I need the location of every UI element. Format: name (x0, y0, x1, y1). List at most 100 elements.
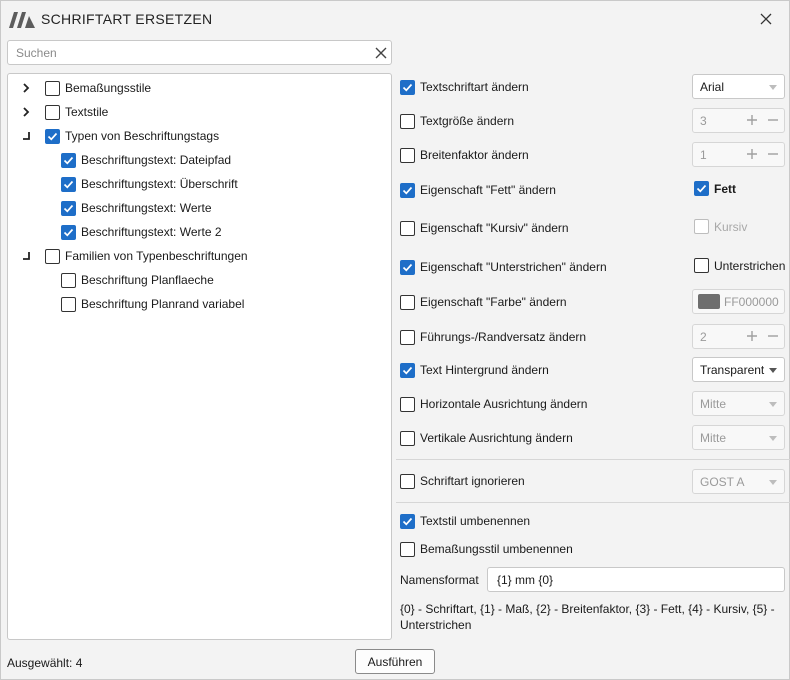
option-rename-text-style[interactable]: Textstil umbenennen (400, 511, 530, 531)
plus-icon[interactable] (746, 330, 758, 342)
name-format-field (487, 567, 785, 592)
tree-item-bemassungsstile[interactable]: Bemaßungsstile (45, 77, 151, 99)
title-bar: SCHRIFTART ERSETZEN (1, 1, 789, 37)
tree-item-werte[interactable]: Beschriftungstext: Werte (61, 197, 212, 219)
checkbox[interactable] (61, 224, 76, 240)
checkbox[interactable] (694, 181, 709, 196)
horizontal-align-dropdown[interactable]: Mitte (692, 391, 785, 416)
checkbox[interactable] (400, 113, 415, 129)
checkbox[interactable] (400, 294, 415, 310)
font-size-stepper[interactable]: 3 (692, 108, 785, 133)
option-width-factor[interactable]: Breitenfaktor ändern (400, 145, 529, 165)
close-button[interactable] (753, 7, 779, 31)
checkbox[interactable] (61, 272, 76, 288)
checkbox[interactable] (400, 147, 415, 163)
checkbox[interactable] (45, 104, 60, 120)
option-text-background[interactable]: Text Hintergrund ändern (400, 360, 549, 380)
option-rename-dim-style[interactable]: Bemaßungsstil umbenennen (400, 539, 573, 559)
checkbox[interactable] (400, 79, 415, 95)
option-label: Eigenschaft "Unterstrichen" ändern (420, 260, 607, 274)
name-format-input[interactable] (495, 572, 775, 588)
option-label: Bemaßungsstil umbenennen (420, 542, 573, 556)
bold-toggle[interactable]: Fett (694, 181, 736, 196)
collapse-arrow-icon[interactable] (20, 130, 32, 142)
checkbox[interactable] (400, 182, 415, 198)
option-vertical-align[interactable]: Vertikale Ausrichtung ändern (400, 428, 573, 448)
expand-arrow-icon[interactable] (20, 82, 32, 94)
option-bold[interactable]: Eigenschaft "Fett" ändern (400, 180, 556, 200)
option-italic[interactable]: Eigenschaft "Kursiv" ändern (400, 218, 569, 238)
checkbox[interactable] (694, 258, 709, 273)
tree-item-werte-2[interactable]: Beschriftungstext: Werte 2 (61, 221, 222, 243)
checkbox[interactable] (400, 473, 415, 489)
ignore-font-dropdown[interactable]: GOST A (692, 469, 785, 494)
italic-toggle[interactable]: Kursiv (694, 219, 747, 234)
checkbox[interactable] (694, 219, 709, 234)
minus-icon[interactable] (767, 148, 779, 160)
tree-item-label: Beschriftungstext: Überschrift (81, 177, 238, 191)
collapse-arrow-icon[interactable] (20, 250, 32, 262)
tree-item-label: Bemaßungsstile (65, 81, 152, 95)
italic-toggle-label: Kursiv (714, 219, 748, 234)
color-picker[interactable]: FF000000 (692, 289, 785, 314)
checkbox[interactable] (61, 200, 76, 216)
option-font-size[interactable]: Textgröße ändern (400, 111, 514, 131)
minus-icon[interactable] (767, 330, 779, 342)
checkbox[interactable] (400, 396, 415, 412)
close-icon (760, 13, 772, 25)
tree-item-label: Beschriftungstext: Werte (81, 201, 212, 215)
option-label: Textschriftart ändern (420, 80, 529, 94)
dropdown-value: Arial (700, 80, 725, 94)
option-label: Eigenschaft "Fett" ändern (420, 183, 556, 197)
bold-toggle-label: Fett (714, 181, 736, 196)
option-font-family[interactable]: Textschriftart ändern (400, 77, 529, 97)
plus-icon[interactable] (746, 114, 758, 126)
chevron-down-icon (769, 436, 777, 441)
vertical-align-dropdown[interactable]: Mitte (692, 425, 785, 450)
checkbox[interactable] (61, 296, 76, 312)
checkbox[interactable] (400, 513, 415, 529)
checkbox[interactable] (61, 152, 76, 168)
tree-item-planflaeche[interactable]: Beschriftung Planflaeche (61, 269, 214, 291)
checkbox[interactable] (45, 80, 60, 96)
color-value: FF000000 (724, 295, 779, 309)
option-color[interactable]: Eigenschaft "Farbe" ändern (400, 292, 567, 312)
checkmark-icon (402, 517, 413, 526)
checkbox[interactable] (400, 362, 415, 378)
tree-item-textstile[interactable]: Textstile (45, 101, 108, 123)
option-leader-offset[interactable]: Führungs-/Randversatz ändern (400, 327, 586, 347)
underline-toggle[interactable]: Unterstrichen (694, 258, 785, 273)
text-background-dropdown[interactable]: Transparent (692, 357, 785, 382)
search-input[interactable] (14, 44, 369, 62)
clear-search-icon[interactable] (374, 46, 388, 60)
option-label: Vertikale Ausrichtung ändern (420, 431, 573, 445)
checkbox[interactable] (400, 430, 415, 446)
tree-item-planrand-variabel[interactable]: Beschriftung Planrand variabel (61, 293, 244, 315)
tree-item-typenbeschriftungen[interactable]: Familien von Typenbeschriftungen (45, 245, 248, 267)
app-logo-icon (9, 12, 35, 28)
width-factor-stepper[interactable]: 1 (692, 142, 785, 167)
minus-icon[interactable] (767, 114, 779, 126)
chevron-down-icon (769, 402, 777, 407)
option-underline[interactable]: Eigenschaft "Unterstrichen" ändern (400, 257, 607, 277)
checkbox[interactable] (45, 248, 60, 264)
checkbox[interactable] (400, 541, 415, 557)
font-family-dropdown[interactable]: Arial (692, 74, 785, 99)
option-label: Schriftart ignorieren (420, 474, 525, 488)
tree-item-ueberschrift[interactable]: Beschriftungstext: Überschrift (61, 173, 238, 195)
checkbox[interactable] (400, 329, 415, 345)
expand-arrow-icon[interactable] (20, 106, 32, 118)
plus-icon[interactable] (746, 148, 758, 160)
checkbox[interactable] (61, 176, 76, 192)
checkbox[interactable] (400, 259, 415, 275)
run-button[interactable]: Ausführen (355, 649, 435, 674)
checkbox[interactable] (45, 128, 60, 144)
leader-offset-stepper[interactable]: 2 (692, 324, 785, 349)
tree-item-beschriftungstags[interactable]: Typen von Beschriftungstags (45, 125, 219, 147)
option-horizontal-align[interactable]: Horizontale Ausrichtung ändern (400, 394, 587, 414)
tree-item-dateipfad[interactable]: Beschriftungstext: Dateipfad (61, 149, 231, 171)
dialog-window: SCHRIFTART ERSETZEN Bemaßungsstile Tex (0, 0, 790, 680)
option-ignore-font[interactable]: Schriftart ignorieren (400, 471, 525, 491)
checkmark-icon (402, 83, 413, 92)
checkbox[interactable] (400, 220, 415, 236)
